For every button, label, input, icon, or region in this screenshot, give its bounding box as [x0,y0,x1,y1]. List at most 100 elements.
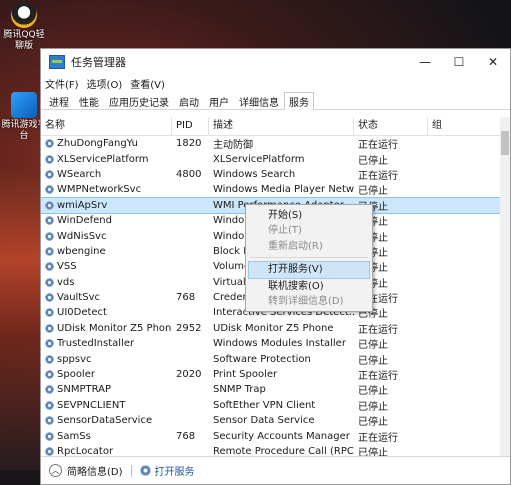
service-name: TrustedInstaller [57,338,135,350]
menu-file[interactable]: 文件(F) [45,76,79,91]
service-name-cell: WMPNetworkSvc [41,184,172,195]
table-row[interactable]: SEVPNCLIENT SoftEther VPN Client 已停止 [41,398,500,413]
service-description: Windows Media Player Netw... [213,184,354,196]
table-header: 名称 PID 描述 状态 组 [41,117,500,136]
service-name-cell: WinDefend [41,215,172,226]
tab-processes[interactable]: 进程 [44,92,74,109]
service-name: sppsvc [57,353,92,365]
service-status: 已停止 [358,386,388,398]
tab-details[interactable]: 详细信息 [234,92,284,109]
ctx-open-services-item[interactable]: 打开服务(V) [248,261,370,279]
service-name: SNMPTRAP [57,384,112,396]
service-name-cell: wmiApSrv [41,200,172,211]
service-name-cell: ZhuDongFangYu [41,138,172,149]
service-description: Print Spooler [213,369,278,381]
table-row[interactable]: SamSs 768 Security Accounts Manager 正在运行 [41,428,500,444]
service-gear-icon [45,323,54,333]
ctx-start-item[interactable]: 开始(S) [246,208,372,223]
service-gear-icon [45,339,54,349]
table-row[interactable]: ZhuDongFangYu 1820 主动防御 正在运行 [41,136,500,151]
services-icon [139,465,151,476]
maximize-button[interactable]: ☐ [442,49,476,75]
service-name-cell: VaultSvc [41,292,172,303]
table-row[interactable]: WMPNetworkSvc Windows Media Player Netw..… [41,182,500,197]
service-description: Windows Search [213,168,296,180]
vertical-scrollbar[interactable] [500,117,510,459]
table-row[interactable]: XLServicePlatform XLServicePlatform 已停止 [41,151,500,167]
table-row[interactable]: SNMPTRAP SNMP Trap 已停止 [41,382,500,397]
service-gear-icon [45,169,54,179]
service-name: UI0Detect [57,307,107,319]
chevron-up-icon[interactable]: ︿ [49,464,62,477]
service-name: WdNisSvc [57,230,107,242]
service-status: 正在运行 [358,170,398,182]
service-name-cell: SensorDataService [41,415,172,426]
qq-icon [11,2,37,28]
desktop-icon-qq[interactable]: 腾讯QQ轻聊版 [0,2,48,52]
service-name-cell: SamSs [41,431,172,442]
column-header-name[interactable]: 名称 [41,117,172,135]
menu-bar: 文件(F) 选项(O) 查看(V) [41,75,510,91]
ctx-restart-item: 重新启动(R) [268,240,323,252]
service-name-cell: vds [41,277,172,288]
service-gear-icon [45,231,54,241]
table-row[interactable]: sppsvc Software Protection 已停止 [41,351,500,367]
service-name: WinDefend [57,215,112,227]
service-gear-icon [45,216,54,226]
menu-options[interactable]: 选项(O) [87,76,123,91]
service-name-cell: UDisk Monitor Z5 Phone [41,323,172,334]
status-bar: ︿ 简略信息(D) 打开服务 [41,456,510,484]
service-status: 正在运行 [358,140,398,152]
table-row[interactable]: UDisk Monitor Z5 Phone 2952 UDisk Monitor … [41,321,500,336]
service-name-cell: Spooler [41,369,172,380]
service-name: VaultSvc [57,292,100,304]
service-description: Software Protection [213,353,311,365]
service-gear-icon [45,431,54,441]
tab-users[interactable]: 用户 [204,92,234,109]
scrollbar-thumb[interactable] [501,131,509,155]
tab-performance[interactable]: 性能 [74,92,104,109]
service-name-cell: WdNisSvc [41,231,172,242]
service-name: vds [57,276,75,288]
table-row[interactable]: TrustedInstaller Windows Modules Installe… [41,336,500,351]
service-gear-icon [45,447,54,456]
service-gear-icon [45,262,54,272]
service-gear-icon [45,354,54,364]
minimize-button[interactable]: — [408,49,442,75]
ctx-search-online-item[interactable]: 联机搜索(O) [246,279,372,294]
tab-startup[interactable]: 启动 [174,92,204,109]
open-services-link[interactable]: 打开服务 [155,463,195,478]
window-title: 任务管理器 [71,56,126,69]
column-header-status[interactable]: 状态 [354,117,428,135]
service-description: UDisk Monitor Z5 Phone [213,322,334,334]
tab-strip: 进程 性能 应用历史记录 启动 用户 详细信息 服务 [41,91,510,110]
column-header-pid[interactable]: PID [172,117,209,135]
close-button[interactable]: ✕ [476,49,510,75]
status-divider [130,464,132,477]
menu-view[interactable]: 查看(V) [130,76,165,91]
service-description: SNMP Trap [213,384,266,396]
title-bar[interactable]: 任务管理器 — ☐ ✕ [41,49,510,75]
tab-app-history[interactable]: 应用历史记录 [104,92,174,109]
table-row[interactable]: WSearch 4800 Windows Search 正在运行 [41,167,500,182]
column-header-group[interactable]: 组 [428,117,500,135]
service-description: Security Accounts Manager [213,430,350,442]
service-name-cell: UI0Detect [41,307,172,318]
tab-services[interactable]: 服务 [284,92,314,110]
table-row[interactable]: Spooler 2020 Print Spooler 正在运行 [41,367,500,382]
service-pid: 768 [176,430,196,442]
service-status: 已停止 [358,417,388,429]
service-name: WSearch [57,168,102,180]
service-status: 正在运行 [358,324,398,336]
service-description: Sensor Data Service [213,415,315,427]
service-gear-icon [45,308,54,318]
service-name: wmiApSrv [57,199,108,211]
service-name: VSS [57,261,77,273]
table-row[interactable]: SensorDataService Sensor Data Service 已停止 [41,413,500,428]
brief-info-button[interactable]: 简略信息(D) [67,463,123,478]
service-status: 已停止 [358,401,388,413]
column-header-description[interactable]: 描述 [209,117,354,135]
service-name: XLServicePlatform [57,153,149,165]
service-gear-icon [45,400,54,410]
service-name: wbengine [57,245,106,257]
